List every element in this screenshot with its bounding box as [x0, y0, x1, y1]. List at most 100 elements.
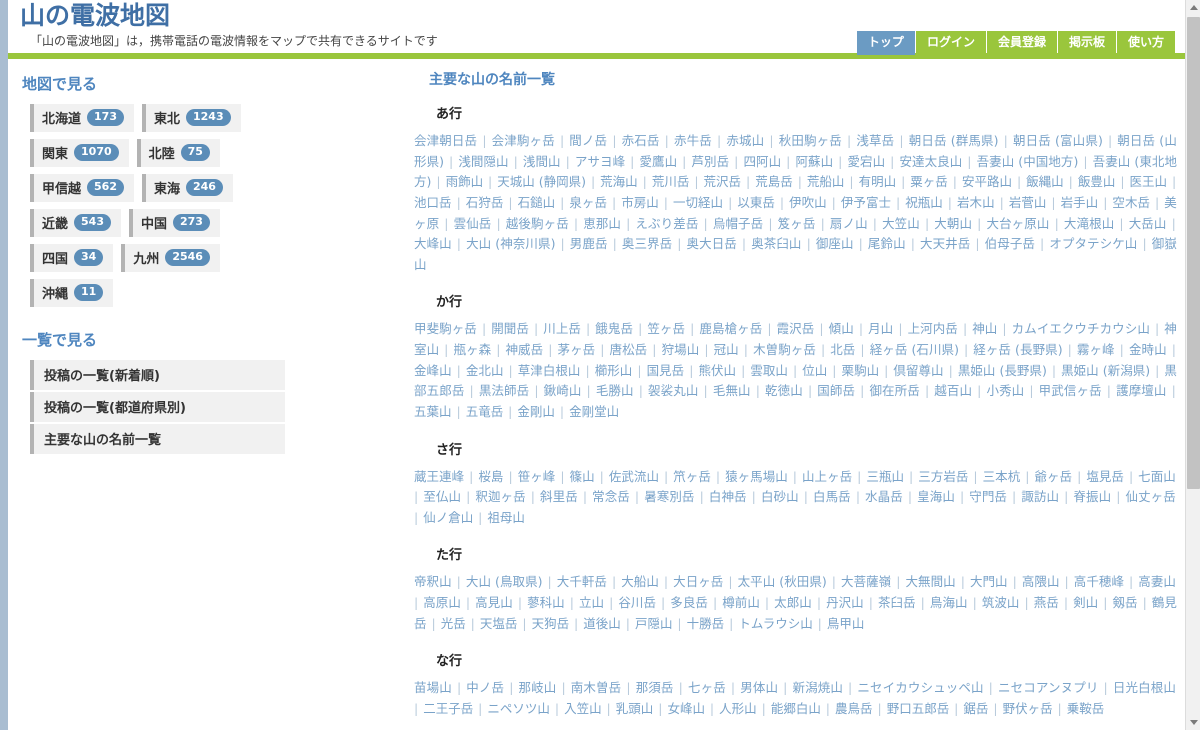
mountain-link[interactable]: 霞沢岳 — [777, 321, 815, 336]
mountain-link[interactable]: 池口岳 — [414, 195, 452, 210]
region-button-4[interactable]: 甲信越 562 — [30, 174, 134, 202]
mountain-link[interactable]: 多良岳 — [670, 595, 708, 610]
mountain-link[interactable]: 雲仙岳 — [454, 216, 492, 231]
mountain-link[interactable]: 仙丈ヶ岳 — [1125, 489, 1175, 504]
mountain-link[interactable]: 伊予富士 — [841, 195, 891, 210]
mountain-link[interactable]: 甲武信ヶ岳 — [1039, 383, 1102, 398]
mountain-link[interactable]: 鳥甲山 — [827, 616, 865, 631]
mountain-link[interactable]: 狩場山 — [662, 342, 700, 357]
mountain-link[interactable]: 黒姫山 (長野県) — [958, 363, 1047, 378]
mountain-link[interactable]: 大門山 — [970, 574, 1008, 589]
mountain-link[interactable]: 篠山 — [570, 469, 595, 484]
mountain-link[interactable]: 荒川岳 — [652, 174, 690, 189]
mountain-link[interactable]: 栗駒山 — [842, 363, 880, 378]
mountain-link[interactable]: 黒姫山 (新潟県) — [1061, 363, 1150, 378]
mountain-link[interactable]: 北岳 — [830, 342, 855, 357]
nav-item-2[interactable]: 会員登録 — [986, 31, 1057, 55]
region-button-9[interactable]: 九州 2546 — [121, 244, 220, 272]
mountain-link[interactable]: 皇海山 — [917, 489, 955, 504]
mountain-link[interactable]: 赤牛岳 — [674, 133, 712, 148]
region-button-6[interactable]: 近畿 543 — [30, 209, 121, 237]
region-button-7[interactable]: 中国 273 — [128, 209, 220, 237]
mountain-link[interactable]: 帝釈山 — [414, 574, 452, 589]
mountain-link[interactable]: 立山 — [579, 595, 604, 610]
mountain-link[interactable]: 国師岳 — [817, 383, 855, 398]
mountain-link[interactable]: 猿ヶ馬場山 — [725, 469, 788, 484]
mountain-link[interactable]: 小秀山 — [986, 383, 1024, 398]
mountain-link[interactable]: 蔵王連峰 — [414, 469, 464, 484]
mountain-link[interactable]: 脊振山 — [1073, 489, 1111, 504]
mountain-link[interactable]: 医王山 — [1130, 174, 1168, 189]
mountain-link[interactable]: 伯母子岳 — [985, 236, 1035, 251]
scrollbar-thumb[interactable] — [1187, 17, 1200, 489]
scroll-up-arrow-icon[interactable] — [1186, 0, 1200, 15]
mountain-link[interactable]: 赤城山 — [726, 133, 764, 148]
mountain-link[interactable]: 秋田駒ヶ岳 — [779, 133, 842, 148]
mountain-link[interactable]: 十勝岳 — [687, 616, 725, 631]
mountain-link[interactable]: 唐松岳 — [610, 342, 648, 357]
mountain-link[interactable]: ニセイカウシュッペ山 — [857, 680, 983, 695]
mountain-link[interactable]: 大天井岳 — [920, 236, 970, 251]
mountain-link[interactable]: 伊吹山 — [789, 195, 827, 210]
mountain-link[interactable]: 傾山 — [829, 321, 854, 336]
mountain-link[interactable]: 会津駒ヶ岳 — [492, 133, 555, 148]
mountain-link[interactable]: 浅草岳 — [856, 133, 894, 148]
mountain-link[interactable]: 尾鈴山 — [868, 236, 906, 251]
mountain-link[interactable]: 浅間隠山 — [458, 154, 508, 169]
mountain-link[interactable]: 人形山 — [719, 701, 757, 716]
mountain-link[interactable]: トムラウシ山 — [738, 616, 812, 631]
mountain-link[interactable]: 芦別岳 — [691, 154, 729, 169]
mountain-link[interactable]: 荒島岳 — [755, 174, 793, 189]
mountain-link[interactable]: 越百山 — [934, 383, 972, 398]
mountain-link[interactable]: 能郷白山 — [771, 701, 821, 716]
mountain-link[interactable]: 乾徳山 — [765, 383, 803, 398]
sidebar-list-link-1[interactable]: 投稿の一覧(都道府県別) — [30, 392, 285, 422]
mountain-link[interactable]: 五葉山 — [414, 404, 452, 419]
mountain-link[interactable]: 笈ヶ岳 — [778, 216, 816, 231]
mountain-link[interactable]: 乳頭山 — [616, 701, 654, 716]
region-button-8[interactable]: 四国 34 — [30, 244, 114, 272]
mountain-link[interactable]: 戸隠山 — [635, 616, 673, 631]
mountain-link[interactable]: 越後駒ヶ岳 — [506, 216, 569, 231]
mountain-link[interactable]: 大峰山 — [414, 236, 452, 251]
mountain-link[interactable]: 高原山 — [423, 595, 461, 610]
mountain-link[interactable]: 瓶ヶ森 — [453, 342, 491, 357]
nav-item-0[interactable]: トップ — [856, 31, 915, 55]
mountain-link[interactable]: 国見岳 — [647, 363, 685, 378]
mountain-link[interactable]: 入笠山 — [564, 701, 602, 716]
mountain-link[interactable]: 高妻山 — [1138, 574, 1176, 589]
mountain-link[interactable]: 桜島 — [478, 469, 503, 484]
mountain-link[interactable]: 赤石岳 — [622, 133, 660, 148]
mountain-link[interactable]: 笹ヶ峰 — [518, 469, 556, 484]
mountain-link[interactable]: 市房山 — [621, 195, 659, 210]
mountain-link[interactable]: 櫛形山 — [595, 363, 633, 378]
mountain-link[interactable]: 間ノ岳 — [569, 133, 607, 148]
nav-item-1[interactable]: ログイン — [915, 31, 986, 55]
mountain-link[interactable]: 愛宕山 — [847, 154, 885, 169]
mountain-link[interactable]: 護摩壇山 — [1116, 383, 1166, 398]
mountain-link[interactable]: 会津朝日岳 — [414, 133, 477, 148]
mountain-link[interactable]: 大滝根山 — [1064, 216, 1114, 231]
mountain-link[interactable]: 大笠山 — [882, 216, 920, 231]
mountain-link[interactable]: 愛鷹山 — [639, 154, 677, 169]
nav-item-4[interactable]: 使い方 — [1116, 31, 1175, 55]
mountain-link[interactable]: 金剛山 — [517, 404, 555, 419]
mountain-link[interactable]: 雲取山 — [750, 363, 788, 378]
mountain-link[interactable]: 金峰山 — [414, 363, 452, 378]
mountain-link[interactable]: 天城山 (静岡県) — [497, 174, 586, 189]
mountain-link[interactable]: 毛勝山 — [596, 383, 634, 398]
mountain-link[interactable]: 粟ヶ岳 — [910, 174, 948, 189]
mountain-link[interactable]: 三方岩岳 — [918, 469, 968, 484]
mountain-link[interactable]: 三本杭 — [983, 469, 1021, 484]
region-button-10[interactable]: 沖縄 11 — [30, 279, 114, 307]
mountain-link[interactable]: 朝日岳 (群馬県) — [909, 133, 999, 148]
mountain-link[interactable]: 新潟焼山 — [792, 680, 842, 695]
mountain-link[interactable]: 岩手山 — [1061, 195, 1099, 210]
mountain-link[interactable]: 白砂山 — [761, 489, 799, 504]
mountain-link[interactable]: 飯豊山 — [1078, 174, 1116, 189]
mountain-link[interactable]: 泉ヶ岳 — [569, 195, 607, 210]
mountain-link[interactable]: 太平山 (秋田県) — [738, 574, 827, 589]
mountain-link[interactable]: 金北山 — [466, 363, 504, 378]
mountain-link[interactable]: 釈迦ヶ岳 — [475, 489, 525, 504]
mountain-link[interactable]: 朝日岳 (富山県) — [1013, 133, 1103, 148]
